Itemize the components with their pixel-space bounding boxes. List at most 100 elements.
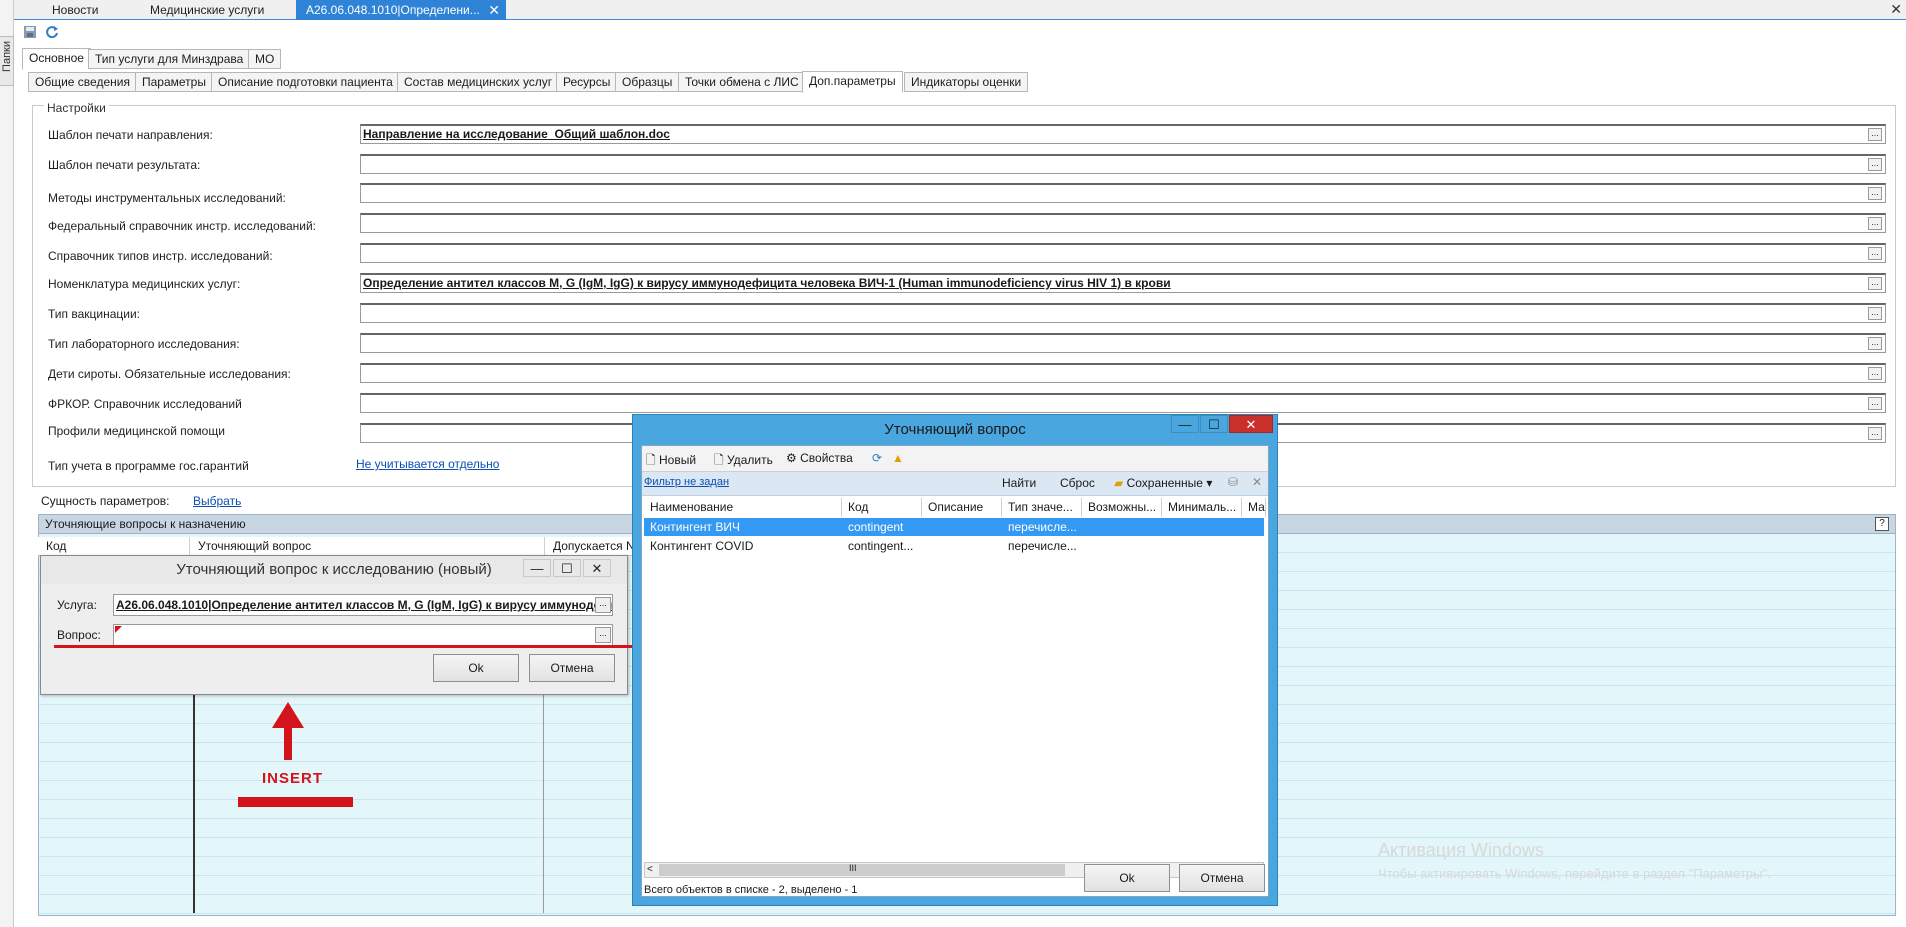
frkor-field[interactable]: ... [360, 393, 1886, 413]
save-icon[interactable] [22, 25, 38, 41]
minimize-icon[interactable]: — [523, 559, 551, 577]
refresh-icon[interactable] [44, 25, 60, 41]
tab-lis-exchange[interactable]: Точки обмена с ЛИС [678, 72, 806, 92]
column-header-maximum[interactable]: Мак [1242, 498, 1266, 517]
saved-folder-icon: ▰ [1114, 476, 1124, 490]
tab-parameters[interactable]: Параметры [135, 72, 213, 92]
doc-tab-medical-services[interactable]: Медицинские услуги [140, 0, 290, 20]
question-field[interactable] [113, 624, 613, 646]
close-all-tabs-icon[interactable]: ✕ [1890, 1, 1902, 18]
scrollbar-grip: III [849, 863, 857, 873]
tab-service-type-minzdrav[interactable]: Тип услуги для Минздрава [88, 49, 251, 69]
new-button[interactable]: 🗋 Новый [646, 451, 696, 472]
select-button[interactable]: ... [1868, 128, 1882, 141]
scroll-left-icon[interactable]: < [647, 863, 653, 877]
status-text: Всего объектов в списке - 2, выделено - … [644, 884, 858, 896]
tab-samples[interactable]: Образцы [615, 72, 680, 92]
select-button[interactable]: ... [1868, 307, 1882, 320]
gos-guarantees-link[interactable]: Не учитывается отдельно [356, 457, 499, 471]
entity-label: Сущность параметров: [41, 494, 170, 508]
tab-extra-parameters[interactable]: Доп.параметры [802, 71, 903, 93]
dialog-body: 🗋 Новый 🗋 Удалить ⚙ Свойства ⟳ ▲ Фильтр … [641, 445, 1269, 897]
select-button[interactable]: ... [1868, 187, 1882, 200]
doc-tab-news[interactable]: Новости [42, 0, 132, 20]
column-header-minimum[interactable]: Минималь... [1162, 498, 1242, 517]
tab-mo[interactable]: МО [248, 49, 282, 69]
help-icon[interactable]: ? [1875, 517, 1889, 531]
saved-label: Сохраненные [1126, 476, 1203, 490]
folders-panel-tab[interactable]: Папки [0, 36, 14, 86]
select-button[interactable]: ... [1868, 397, 1882, 410]
dialog-toolbar: 🗋 Новый 🗋 Удалить ⚙ Свойства ⟳ ▲ [642, 446, 1268, 472]
insert-annotation-label: INSERT [262, 770, 324, 787]
service-select-button[interactable]: ... [595, 597, 611, 613]
save-filter-icon[interactable]: ⛁ [1228, 475, 1238, 489]
document-tabs-bar: Новости Медицинские услуги A26.06.048.10… [14, 0, 1906, 20]
table-cell-code: contingent... [848, 539, 914, 553]
column-header-nu-allowed[interactable]: Допускается NU [545, 537, 640, 556]
ok-button[interactable]: Ok [433, 654, 519, 682]
column-divider [543, 695, 544, 913]
column-header-code[interactable]: Код [38, 537, 190, 556]
new-label: Новый [659, 453, 697, 467]
select-button[interactable]: ... [1868, 217, 1882, 230]
instrumental-types-field[interactable]: ... [360, 243, 1886, 263]
minimize-icon[interactable]: — [1171, 415, 1199, 433]
clear-filter-icon[interactable]: ✕ [1252, 475, 1262, 489]
maximize-icon[interactable]: ☐ [553, 559, 581, 577]
column-header-description[interactable]: Описание [922, 498, 1002, 517]
select-button[interactable]: ... [1868, 427, 1882, 440]
row-label-instrumental-methods: Методы инструментальных исследований: [48, 191, 286, 205]
services-nomenclature-field[interactable]: Определение антител классов M, G (IgM, I… [360, 273, 1886, 293]
cancel-button[interactable]: Отмена [529, 654, 615, 682]
properties-button[interactable]: ⚙ Свойства [786, 451, 853, 465]
folder-up-icon[interactable]: ▲ [892, 451, 904, 465]
tab-resources[interactable]: Ресурсы [556, 72, 618, 92]
lab-test-type-field[interactable]: ... [360, 333, 1886, 353]
tab-service-composition[interactable]: Состав медицинских услуг [397, 72, 560, 92]
column-header-possible[interactable]: Возможны... [1082, 498, 1162, 517]
orphan-children-field[interactable]: ... [360, 363, 1886, 383]
entity-select-link[interactable]: Выбрать [193, 494, 241, 508]
close-icon[interactable]: ✕ [1229, 415, 1273, 433]
tab-assessment-indicators[interactable]: Индикаторы оценки [904, 72, 1029, 92]
maximize-icon[interactable]: ☐ [1200, 415, 1228, 433]
delete-button[interactable]: 🗋 Удалить [714, 451, 773, 472]
annotation-up-arrow-head [272, 702, 304, 728]
select-button[interactable]: ... [1868, 247, 1882, 260]
tab-main[interactable]: Основное [22, 48, 91, 70]
table-cell-description [922, 537, 1002, 555]
refresh-icon[interactable]: ⟳ [872, 451, 882, 465]
close-icon[interactable]: ✕ [583, 559, 611, 577]
tab-general-info[interactable]: Общие сведения [28, 72, 137, 92]
tab-patient-preparation[interactable]: Описание подготовки пациента [211, 72, 400, 92]
annotation-arrow-line [54, 645, 668, 648]
vaccination-type-field[interactable]: ... [360, 303, 1886, 323]
column-header-code[interactable]: Код [842, 498, 922, 517]
close-icon[interactable]: ✕ [488, 0, 500, 20]
filter-link[interactable]: Фильтр не задан [644, 476, 729, 488]
referral-template-field[interactable]: Направление на исследование_Общий шаблон… [360, 124, 1886, 144]
cancel-button[interactable]: Отмена [1179, 864, 1265, 892]
scrollbar-thumb[interactable]: III [659, 863, 1065, 876]
instrumental-methods-field[interactable]: ... [360, 183, 1886, 203]
ok-button[interactable]: Ok [1084, 864, 1170, 892]
select-button[interactable]: ... [1868, 277, 1882, 290]
select-button[interactable]: ... [1868, 158, 1882, 171]
select-button[interactable]: ... [1868, 337, 1882, 350]
federal-reference-field[interactable]: ... [360, 213, 1886, 233]
find-button[interactable]: Найти [1002, 476, 1036, 490]
horizontal-scrollbar[interactable]: < III > [644, 862, 1264, 878]
doc-tab-service-card[interactable]: A26.06.048.1010|Определени... ✕ [296, 0, 506, 20]
result-template-field[interactable]: ... [360, 154, 1886, 174]
column-header-value-type[interactable]: Тип значе... [1002, 498, 1082, 517]
reset-button[interactable]: Сброс [1060, 476, 1095, 490]
saved-filters-dropdown[interactable]: ▰ Сохраненные ▾ [1114, 476, 1212, 490]
row-label-lab-test-type: Тип лабораторного исследования: [48, 337, 240, 351]
annotation-up-arrow-shaft [284, 726, 292, 760]
column-header-question[interactable]: Уточняющий вопрос [190, 537, 545, 556]
select-button[interactable]: ... [1868, 367, 1882, 380]
question-select-button[interactable]: ... [595, 627, 611, 643]
row-label-frkor: ФРКОР. Справочник исследований [48, 397, 242, 411]
column-header-name[interactable]: Наименование [644, 498, 842, 517]
